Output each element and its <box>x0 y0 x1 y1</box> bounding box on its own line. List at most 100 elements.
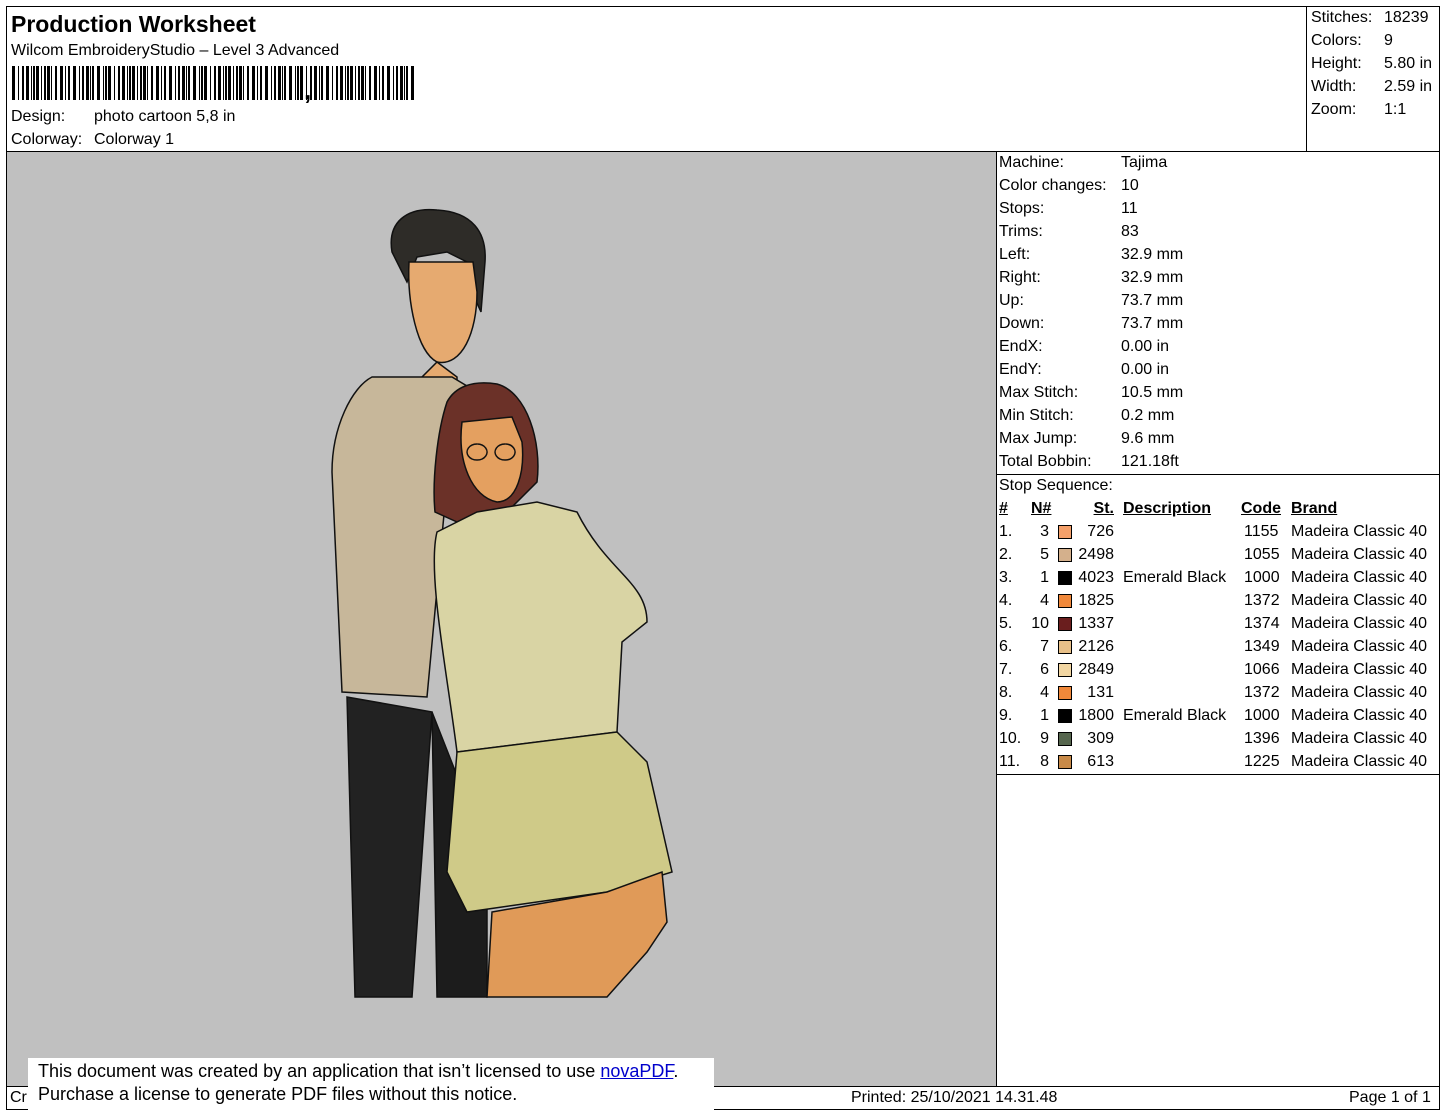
summary-label: Width: <box>1311 78 1357 95</box>
barcode-suffix: , <box>304 75 312 105</box>
stop-stitches: 309 <box>1087 730 1114 747</box>
stop-index: 11. <box>999 753 1021 770</box>
stop-needle: 6 <box>1040 661 1049 678</box>
stop-stitches: 2126 <box>1078 638 1114 655</box>
design-value: photo cartoon 5,8 in <box>94 108 236 125</box>
stop-needle: 10 <box>1031 615 1049 632</box>
stop-needle: 3 <box>1040 523 1049 540</box>
info-value: 73.7 mm <box>1121 315 1184 332</box>
stop-index: 5. <box>999 615 1013 632</box>
info-label: Max Stitch: <box>999 384 1079 401</box>
summary-label: Colors: <box>1311 32 1362 49</box>
software-name: Wilcom EmbroideryStudio – Level 3 Advanc… <box>11 42 340 59</box>
stop-needle: 5 <box>1040 546 1049 563</box>
stop-brand: Madeira Classic 40 <box>1291 569 1428 586</box>
stop-brand: Madeira Classic 40 <box>1291 753 1428 770</box>
notice-line-1: This document was created by an applicat… <box>38 1060 704 1083</box>
stop-brand: Madeira Classic 40 <box>1291 684 1428 701</box>
info-label: Max Jump: <box>999 430 1078 447</box>
info-label: Machine: <box>999 154 1064 171</box>
stop-index: 1. <box>999 523 1013 540</box>
info-label: Color changes: <box>999 177 1107 194</box>
stop-stitches: 2498 <box>1078 546 1114 563</box>
stop-index: 9. <box>999 707 1013 724</box>
embroidery-design-image <box>331 208 673 998</box>
stop-stitches: 4023 <box>1078 569 1114 586</box>
col-index: # <box>999 500 1008 517</box>
woman-figure <box>433 382 673 998</box>
stop-brand: Madeira Classic 40 <box>1291 661 1428 678</box>
col-description: Description <box>1123 500 1212 517</box>
stop-index: 2. <box>999 546 1013 563</box>
stop-index: 3. <box>999 569 1013 586</box>
stop-index: 4. <box>999 592 1013 609</box>
printed-date: Printed: 25/10/2021 14.31.48 <box>851 1089 1058 1106</box>
stop-code: 1000 <box>1244 707 1280 724</box>
info-value: 32.9 mm <box>1121 246 1184 263</box>
summary-value: 18239 <box>1384 9 1429 26</box>
stop-stitches: 131 <box>1087 684 1114 701</box>
novapdf-link[interactable]: novaPDF <box>600 1061 673 1081</box>
info-label: Min Stitch: <box>999 407 1074 424</box>
stop-brand: Madeira Classic 40 <box>1291 730 1428 747</box>
info-value: 10 <box>1121 177 1139 194</box>
stop-code: 1155 <box>1244 523 1279 540</box>
summary-label: Zoom: <box>1311 101 1357 118</box>
stop-code: 1000 <box>1244 569 1280 586</box>
license-notice: This document was created by an applicat… <box>28 1058 714 1113</box>
info-value: 10.5 mm <box>1121 384 1184 401</box>
stop-code: 1225 <box>1244 753 1280 770</box>
stop-code: 1055 <box>1244 546 1280 563</box>
stop-code: 1372 <box>1244 684 1280 701</box>
info-value: 0.2 mm <box>1121 407 1175 424</box>
stop-code: 1066 <box>1244 661 1280 678</box>
stop-stitches: 1337 <box>1078 615 1114 632</box>
col-code: Code <box>1241 500 1281 517</box>
stop-brand: Madeira Classic 40 <box>1291 638 1428 655</box>
summary-label: Stitches: <box>1311 9 1373 26</box>
summary-value: 2.59 in <box>1384 78 1433 95</box>
info-value: 32.9 mm <box>1121 269 1184 286</box>
info-value: 73.7 mm <box>1121 292 1184 309</box>
info-value: 11 <box>1121 200 1138 217</box>
colorway-value: Colorway 1 <box>94 131 175 148</box>
notice-text: This document was created by an applicat… <box>38 1061 601 1081</box>
info-label: Left: <box>999 246 1031 263</box>
stop-needle: 8 <box>1040 753 1049 770</box>
stop-sequence-title: Stop Sequence: <box>999 477 1113 494</box>
design-label: Design: <box>11 108 66 125</box>
footer-left-text: Cr <box>10 1089 27 1106</box>
stop-needle: 1 <box>1040 707 1049 724</box>
notice-line-2: Purchase a license to generate PDF files… <box>38 1084 518 1104</box>
page-number: Page 1 of 1 <box>1349 1089 1431 1106</box>
stop-brand: Madeira Classic 40 <box>1291 523 1428 540</box>
stop-stitches: 2849 <box>1078 661 1114 678</box>
barcode <box>12 64 324 100</box>
stop-code: 1349 <box>1244 638 1280 655</box>
notice-period: . <box>673 1061 679 1081</box>
info-label: EndY: <box>999 361 1042 378</box>
design-preview <box>7 152 996 1086</box>
stop-index: 8. <box>999 684 1013 701</box>
stop-index: 10. <box>999 730 1022 747</box>
info-label: Stops: <box>999 200 1045 217</box>
summary-value: 9 <box>1384 32 1393 49</box>
info-label: EndX: <box>999 338 1043 355</box>
stop-brand: Madeira Classic 40 <box>1291 546 1428 563</box>
stop-index: 7. <box>999 661 1013 678</box>
stop-needle: 1 <box>1040 569 1049 586</box>
stop-stitches: 1800 <box>1078 707 1114 724</box>
stop-needle: 9 <box>1040 730 1049 747</box>
col-stitches: St. <box>1093 500 1114 517</box>
stop-brand: Madeira Classic 40 <box>1291 615 1428 632</box>
summary-label: Height: <box>1311 55 1362 72</box>
barcode-2 <box>326 64 417 100</box>
info-label: Right: <box>999 269 1041 286</box>
info-label: Total Bobbin: <box>999 453 1092 470</box>
stop-brand: Madeira Classic 40 <box>1291 592 1428 609</box>
page-title: Production Worksheet <box>11 11 256 37</box>
stop-stitches: 1825 <box>1078 592 1114 609</box>
stop-needle: 7 <box>1040 638 1049 655</box>
stop-code: 1374 <box>1244 615 1280 632</box>
info-label: Trims: <box>999 223 1043 240</box>
